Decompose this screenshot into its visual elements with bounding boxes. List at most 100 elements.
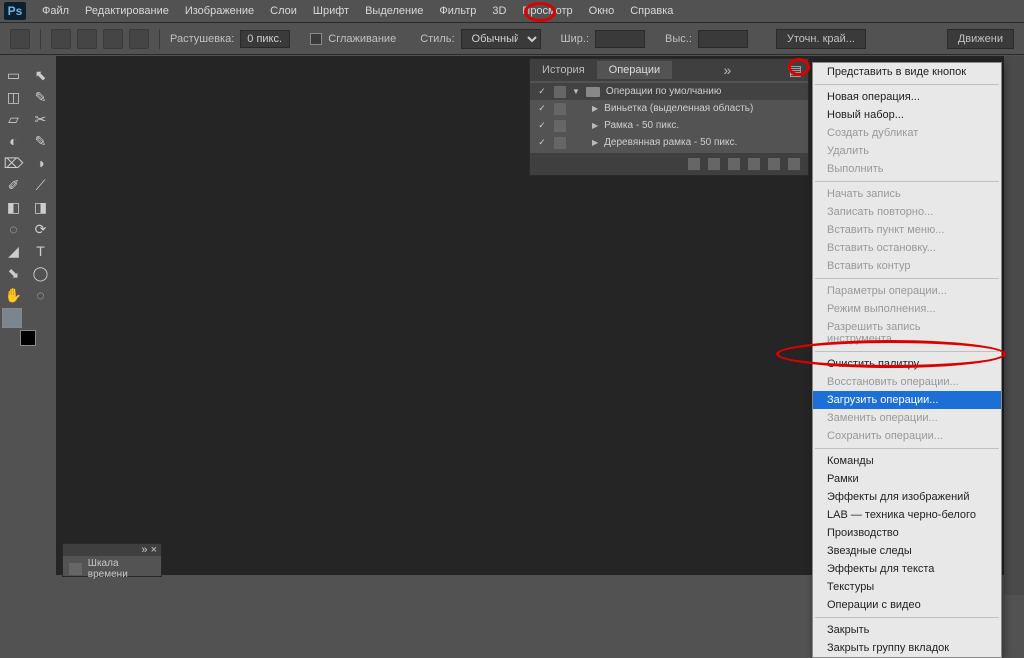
- tool-icon[interactable]: ✎: [27, 86, 54, 108]
- ctx-item[interactable]: Операции с видео: [813, 596, 1001, 614]
- menu-шрифт[interactable]: Шрифт: [305, 2, 357, 20]
- ctx-item[interactable]: Эффекты для текста: [813, 560, 1001, 578]
- action-label[interactable]: Рамка - 50 пикс.: [604, 120, 679, 131]
- tool-icon[interactable]: ⬊: [0, 262, 27, 284]
- timeline-icon: [69, 563, 82, 575]
- tool-icon[interactable]: ✐: [0, 174, 27, 196]
- check-icon[interactable]: ✓: [536, 86, 548, 98]
- motion-button[interactable]: Движени: [947, 29, 1014, 49]
- tool-icon[interactable]: ◢: [0, 240, 27, 262]
- menu-фильтр[interactable]: Фильтр: [431, 2, 484, 20]
- tool-icon[interactable]: ◨: [27, 196, 54, 218]
- check-icon[interactable]: ✓: [536, 103, 548, 115]
- tool-icon[interactable]: ⌦: [0, 152, 27, 174]
- ctx-item[interactable]: Производство: [813, 524, 1001, 542]
- tool-preset-icon[interactable]: [10, 29, 30, 49]
- trash-icon[interactable]: [788, 158, 800, 170]
- background-swatch[interactable]: [20, 330, 36, 346]
- disclosure-icon[interactable]: ▶: [592, 121, 598, 130]
- tool-icon[interactable]: ▭: [0, 64, 27, 86]
- dialog-icon[interactable]: [554, 86, 566, 98]
- feather-input[interactable]: [240, 30, 290, 48]
- ctx-item: Заменить операции...: [813, 409, 1001, 427]
- new-action-icon[interactable]: [768, 158, 780, 170]
- check-icon[interactable]: ✓: [536, 137, 548, 149]
- dialog-icon[interactable]: [554, 137, 566, 149]
- dialog-icon[interactable]: [554, 120, 566, 132]
- ctx-item[interactable]: Закрыть: [813, 621, 1001, 639]
- tool-icon[interactable]: ◐: [0, 130, 27, 152]
- tool-icon[interactable]: ◌: [27, 284, 54, 306]
- disclosure-icon[interactable]: ▼: [572, 87, 580, 96]
- ctx-item[interactable]: Команды: [813, 452, 1001, 470]
- panel-menu-icon[interactable]: ▤: [783, 62, 808, 79]
- tool-icon[interactable]: ◑: [27, 152, 54, 174]
- ctx-item[interactable]: Новая операция...: [813, 88, 1001, 106]
- style-select[interactable]: Обычный: [461, 29, 541, 49]
- menu-окно[interactable]: Окно: [581, 2, 623, 20]
- action-label[interactable]: Виньетка (выделенная область): [604, 103, 753, 114]
- action-set-label[interactable]: Операции по умолчанию: [606, 86, 721, 97]
- antialias-label: Сглаживание: [328, 33, 396, 45]
- menu-файл[interactable]: Файл: [34, 2, 77, 20]
- ctx-item: Выполнить: [813, 160, 1001, 178]
- menu-слои[interactable]: Слои: [262, 2, 305, 20]
- ctx-item[interactable]: Звездные следы: [813, 542, 1001, 560]
- tool-icon[interactable]: ◫: [0, 86, 27, 108]
- tool-icon[interactable]: ✂: [27, 108, 54, 130]
- ctx-item[interactable]: Закрыть группу вкладок: [813, 639, 1001, 657]
- new-set-icon[interactable]: [748, 158, 760, 170]
- tool-icon[interactable]: ▱: [0, 108, 27, 130]
- selection-add-icon[interactable]: [77, 29, 97, 49]
- tool-icon[interactable]: ✋: [0, 284, 27, 306]
- record-icon[interactable]: [708, 158, 720, 170]
- tool-icon[interactable]: ◧: [0, 196, 27, 218]
- selection-intersect-icon[interactable]: [129, 29, 149, 49]
- menu-редактирование[interactable]: Редактирование: [77, 2, 177, 20]
- timeline-panel[interactable]: » × Шкала времени: [62, 543, 162, 577]
- check-icon[interactable]: ✓: [536, 120, 548, 132]
- tool-icon[interactable]: T: [27, 240, 54, 262]
- ctx-item[interactable]: LAB — техника черно-белого: [813, 506, 1001, 524]
- tool-icon[interactable]: ⟋: [27, 174, 54, 196]
- tool-icon[interactable]: ◌: [0, 218, 27, 240]
- menu-справка[interactable]: Справка: [622, 2, 681, 20]
- selection-subtract-icon[interactable]: [103, 29, 123, 49]
- tab-actions[interactable]: Операции: [597, 61, 672, 79]
- tool-icon[interactable]: ◯: [27, 262, 54, 284]
- ctx-item[interactable]: Загрузить операции...: [813, 391, 1001, 409]
- chevrons-icon[interactable]: » ×: [141, 544, 157, 556]
- ctx-item: Удалить: [813, 142, 1001, 160]
- ctx-item[interactable]: Эффекты для изображений: [813, 488, 1001, 506]
- action-label[interactable]: Деревянная рамка - 50 пикс.: [604, 137, 737, 148]
- menu-просмотр[interactable]: Просмотр: [514, 2, 580, 20]
- menu-выделение[interactable]: Выделение: [357, 2, 431, 20]
- ctx-item: Восстановить операции...: [813, 373, 1001, 391]
- ctx-item[interactable]: Новый набор...: [813, 106, 1001, 124]
- refine-edge-button[interactable]: Уточн. край...: [776, 29, 866, 49]
- ctx-item: Режим выполнения...: [813, 300, 1001, 318]
- ctx-item[interactable]: Текстуры: [813, 578, 1001, 596]
- foreground-swatch[interactable]: [2, 308, 22, 328]
- ctx-item[interactable]: Рамки: [813, 470, 1001, 488]
- dialog-icon[interactable]: [554, 103, 566, 115]
- ctx-item: Вставить пункт меню...: [813, 221, 1001, 239]
- menu-изображение[interactable]: Изображение: [177, 2, 262, 20]
- ctx-item[interactable]: Представить в виде кнопок: [813, 63, 1001, 81]
- stop-icon[interactable]: [688, 158, 700, 170]
- disclosure-icon[interactable]: ▶: [592, 138, 598, 147]
- tab-history[interactable]: История: [530, 61, 597, 79]
- ctx-item: Создать дубликат: [813, 124, 1001, 142]
- play-icon[interactable]: [728, 158, 740, 170]
- tool-icon[interactable]: ⬉: [27, 64, 54, 86]
- ctx-item[interactable]: Очистить палитру: [813, 355, 1001, 373]
- menu-3d[interactable]: 3D: [484, 2, 514, 20]
- right-panel-strip[interactable]: [1004, 56, 1024, 595]
- tool-icon[interactable]: ⟳: [27, 218, 54, 240]
- disclosure-icon[interactable]: ▶: [592, 104, 598, 113]
- tool-icon[interactable]: ✎: [27, 130, 54, 152]
- selection-new-icon[interactable]: [51, 29, 71, 49]
- panel-arrows-icon[interactable]: »: [718, 62, 738, 78]
- antialias-checkbox[interactable]: [310, 33, 322, 45]
- width-label: Шир.:: [561, 33, 589, 45]
